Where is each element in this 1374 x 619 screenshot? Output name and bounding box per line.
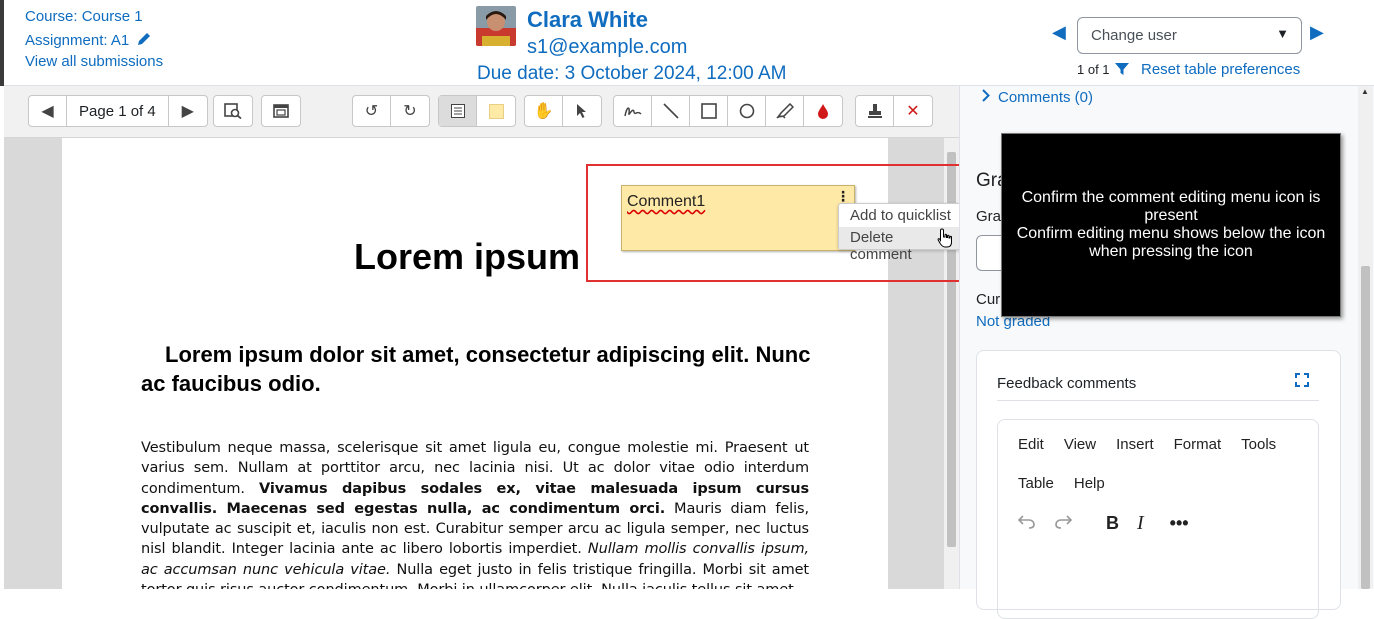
annotation-toolbar: ◀ Page 1 of 4 ▶ ↺ ↻ ✋ ✕	[4, 86, 959, 138]
line-tool-icon[interactable]	[652, 96, 690, 126]
current-grade-label: Cur	[976, 291, 1001, 308]
search-comments-icon[interactable]	[214, 96, 252, 126]
due-date: Due date: 3 October 2024, 12:00 AM	[477, 63, 787, 84]
document-heading: Lorem ipsum dolor sit amet, consectetur …	[141, 342, 811, 396]
menu-tools[interactable]: Tools	[1241, 436, 1276, 453]
feedback-editor[interactable]: Edit View Insert Format Tools Table Help…	[997, 419, 1319, 619]
paging: 1 of 1	[1077, 62, 1130, 79]
test-instructions-note: Confirm the comment editing menu icon is…	[1001, 133, 1341, 317]
pencil-icon[interactable]	[136, 31, 152, 51]
chevron-right-icon	[982, 89, 990, 106]
grade-label: Gra	[976, 208, 1002, 225]
user-email[interactable]: s1@example.com	[527, 36, 687, 59]
panel-scrollbar[interactable]: ▲	[1358, 86, 1373, 589]
note-line-1: Confirm the comment editing menu icon is…	[1021, 189, 1321, 224]
menu-format[interactable]: Format	[1174, 436, 1222, 453]
chevron-down-icon: ▼	[1276, 26, 1289, 41]
page-select[interactable]: Page 1 of 4	[67, 96, 169, 126]
menu-help[interactable]: Help	[1074, 475, 1105, 492]
comment-text[interactable]: Comment1	[627, 193, 705, 211]
reset-table-preferences-link[interactable]: Reset table preferences	[1141, 61, 1300, 78]
comment-color-icon[interactable]	[477, 96, 515, 126]
avatar	[476, 6, 516, 46]
comment-tool-icon[interactable]	[439, 96, 477, 126]
header: Course: Course 1 Assignment: A1 View all…	[0, 0, 1374, 86]
course-link[interactable]: Course: Course 1	[25, 8, 143, 25]
menu-insert[interactable]: Insert	[1116, 436, 1154, 453]
rotate-right-icon[interactable]: ↻	[391, 96, 429, 126]
menu-table[interactable]: Table	[1018, 475, 1054, 492]
document-body: Vestibulum neque massa, scelerisque sit …	[141, 440, 810, 589]
italic-icon[interactable]: I	[1137, 512, 1144, 535]
redo-icon[interactable]	[1054, 513, 1073, 534]
delete-annotation-icon[interactable]: ✕	[894, 96, 932, 126]
expand-view-icon[interactable]	[262, 96, 300, 126]
oval-tool-icon[interactable]	[728, 96, 766, 126]
editor-toolbar: B I •••	[1017, 512, 1189, 535]
annotation-color-icon[interactable]	[804, 96, 842, 126]
menu-view[interactable]: View	[1064, 436, 1096, 453]
editor-menubar: Edit View Insert Format Tools	[1018, 436, 1276, 453]
pen-tool-icon[interactable]	[614, 96, 652, 126]
previous-user-icon[interactable]: ◀	[1052, 22, 1066, 43]
window-edge	[0, 0, 4, 86]
feedback-comments-card: Feedback comments Edit View Insert Forma…	[976, 350, 1341, 619]
divider	[997, 400, 1319, 401]
add-to-quicklist-menu-item[interactable]: Add to quicklist	[839, 205, 968, 227]
scroll-up-icon[interactable]: ▲	[1361, 87, 1369, 96]
rectangle-tool-icon[interactable]	[690, 96, 728, 126]
assignment-link[interactable]: Assignment: A1	[25, 31, 152, 51]
menu-edit[interactable]: Edit	[1018, 436, 1044, 453]
feedback-comments-title: Feedback comments	[997, 375, 1137, 392]
view-all-submissions-link[interactable]: View all submissions	[25, 53, 163, 70]
comment-menu-icon[interactable]: ⋮	[836, 189, 850, 203]
comment-note[interactable]: Comment1 ⋮	[621, 185, 855, 251]
highlight-tool-icon[interactable]	[766, 96, 804, 126]
rotate-left-icon[interactable]: ↺	[353, 96, 391, 126]
more-icon[interactable]: •••	[1170, 513, 1189, 534]
select-tool-icon[interactable]	[563, 96, 601, 126]
next-user-icon[interactable]: ▶	[1310, 22, 1324, 43]
change-user-select[interactable]: Change user ▼	[1077, 17, 1302, 54]
page-navigation: ◀ Page 1 of 4 ▶	[28, 95, 208, 127]
hand-cursor-icon	[937, 228, 953, 253]
comments-toggle[interactable]: Comments (0)	[982, 89, 1093, 106]
previous-page-icon[interactable]: ◀	[29, 96, 67, 126]
note-line-2: Confirm editing menu shows below the ico…	[1016, 225, 1326, 260]
next-page-icon[interactable]: ▶	[169, 96, 207, 126]
stamp-tool-icon[interactable]	[856, 96, 894, 126]
filter-icon[interactable]	[1115, 62, 1130, 79]
fullscreen-icon[interactable]	[1295, 373, 1309, 392]
bold-icon[interactable]: B	[1106, 513, 1119, 534]
undo-icon[interactable]	[1017, 513, 1036, 534]
panel-scrollbar-thumb[interactable]	[1361, 266, 1370, 589]
pan-tool-icon[interactable]: ✋	[525, 96, 563, 126]
user-name[interactable]: Clara White	[527, 7, 648, 33]
